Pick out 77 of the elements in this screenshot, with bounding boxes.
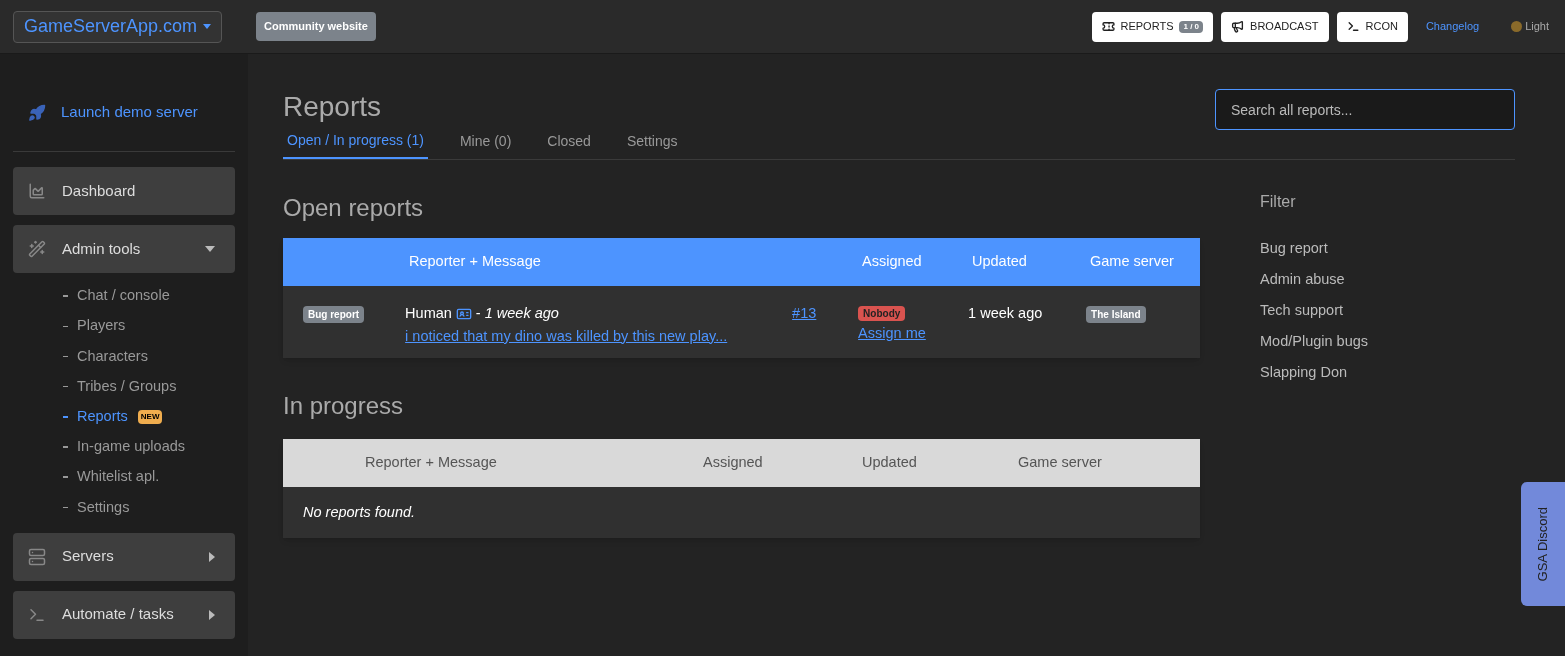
count-badge: 1 / 0 (1179, 20, 1204, 33)
tab[interactable]: Mine (0) (455, 130, 516, 159)
dash-icon (63, 506, 68, 509)
submenu-item[interactable]: Characters (13, 341, 235, 372)
column-header: Updated (972, 252, 1028, 272)
column-header: Reporter + Message (365, 453, 498, 473)
report-id-link[interactable]: #13 (792, 303, 859, 325)
report-message-link[interactable]: i noticed that my dino was killed by this new play... (405, 325, 793, 348)
site-dropdown[interactable]: GameServerApp.com (13, 10, 222, 43)
ticket-icon (1101, 20, 1115, 33)
rocket-icon (28, 103, 46, 122)
magic-wand-icon (28, 240, 46, 258)
server-icon (28, 547, 46, 566)
dash-icon (63, 476, 68, 478)
submenu-item[interactable]: Settings (13, 492, 235, 523)
submenu-item[interactable]: Whitelist apl. (13, 462, 235, 493)
reports-button[interactable]: REPORTS 1 / 0 (1091, 11, 1214, 42)
filter-title: Filter (1260, 192, 1297, 212)
launch-demo-link[interactable]: Launch demo server (61, 101, 198, 124)
dash-icon (63, 295, 68, 297)
filter-link[interactable]: Tech support (1260, 300, 1368, 331)
theme-toggle[interactable]: Light (1511, 18, 1549, 35)
dash-icon (63, 416, 68, 418)
caret-down-icon (203, 24, 211, 29)
filter-link[interactable]: Mod/Plugin bugs (1260, 331, 1368, 362)
column-header: Assigned (862, 252, 923, 272)
empty-message: No reports found. (303, 502, 416, 522)
broadcast-button[interactable]: BROADCAST (1221, 11, 1329, 42)
assign-me-link[interactable]: Assign me (858, 323, 926, 345)
terminal-icon (1346, 20, 1360, 33)
sidebar-item[interactable]: Admin tools (13, 225, 235, 273)
report-time: 1 week ago (484, 304, 559, 323)
new-badge: NEW (137, 409, 163, 424)
sidebar-item[interactable]: Automate / tasks (13, 590, 235, 639)
megaphone-icon (1231, 20, 1245, 33)
column-header: Assigned (703, 453, 764, 473)
sidebar-item-label: Automate / tasks (62, 604, 175, 625)
assigned-badge: Nobody (858, 306, 906, 321)
sidebar-item[interactable]: Dashboard (13, 167, 235, 215)
rcon-button[interactable]: RCON (1336, 11, 1408, 42)
search-field[interactable]: Search all reports... (1215, 89, 1515, 130)
page-title: Reports (283, 90, 382, 124)
column-header: Updated (862, 453, 918, 473)
column-header: Reporter + Message (409, 252, 542, 272)
area-chart-icon (28, 182, 46, 200)
submenu-item[interactable]: Players (13, 311, 235, 342)
dash-icon (63, 446, 68, 448)
column-header: Game server (1018, 453, 1102, 473)
submenu-item[interactable]: Reports NEW (13, 401, 235, 432)
discord-tab[interactable]: GSA Discord (1521, 482, 1565, 606)
sun-icon (1511, 21, 1523, 32)
reporter-name: Human (405, 304, 452, 323)
updated-cell-text: 1 week ago (968, 304, 1044, 323)
submenu-item[interactable]: Chat / console (13, 281, 235, 312)
server-badge: The Island (1086, 306, 1146, 323)
sidebar-item-label: Dashboard (62, 180, 137, 201)
filter-link[interactable]: Admin abuse (1260, 269, 1368, 300)
sidebar-item[interactable]: Servers (13, 532, 235, 581)
changelog-link[interactable]: Changelog (1425, 18, 1480, 35)
filter-link[interactable]: Slapping Don (1260, 362, 1368, 393)
community-link[interactable]: Community website (256, 12, 376, 41)
submenu-item[interactable]: In-game uploads (13, 431, 235, 463)
tab[interactable]: Settings (622, 130, 682, 159)
submenu-item[interactable]: Tribes / Groups (13, 371, 235, 402)
section-title: Open reports (283, 193, 425, 223)
filter-link[interactable]: Bug report (1260, 238, 1368, 269)
dash-icon (63, 385, 68, 388)
dash-icon (63, 325, 68, 328)
tab[interactable]: Closed (543, 130, 595, 159)
column-header: Game server (1090, 252, 1174, 272)
sidebar-item-label: Admin tools (62, 238, 142, 259)
separator: - (475, 304, 481, 323)
tab[interactable]: Open / In progress (1) (283, 130, 428, 159)
dash-icon (63, 355, 68, 358)
type-badge: Bug report (303, 306, 365, 323)
sidebar-item-label: Servers (62, 546, 115, 567)
section-title: In progress (283, 391, 405, 421)
